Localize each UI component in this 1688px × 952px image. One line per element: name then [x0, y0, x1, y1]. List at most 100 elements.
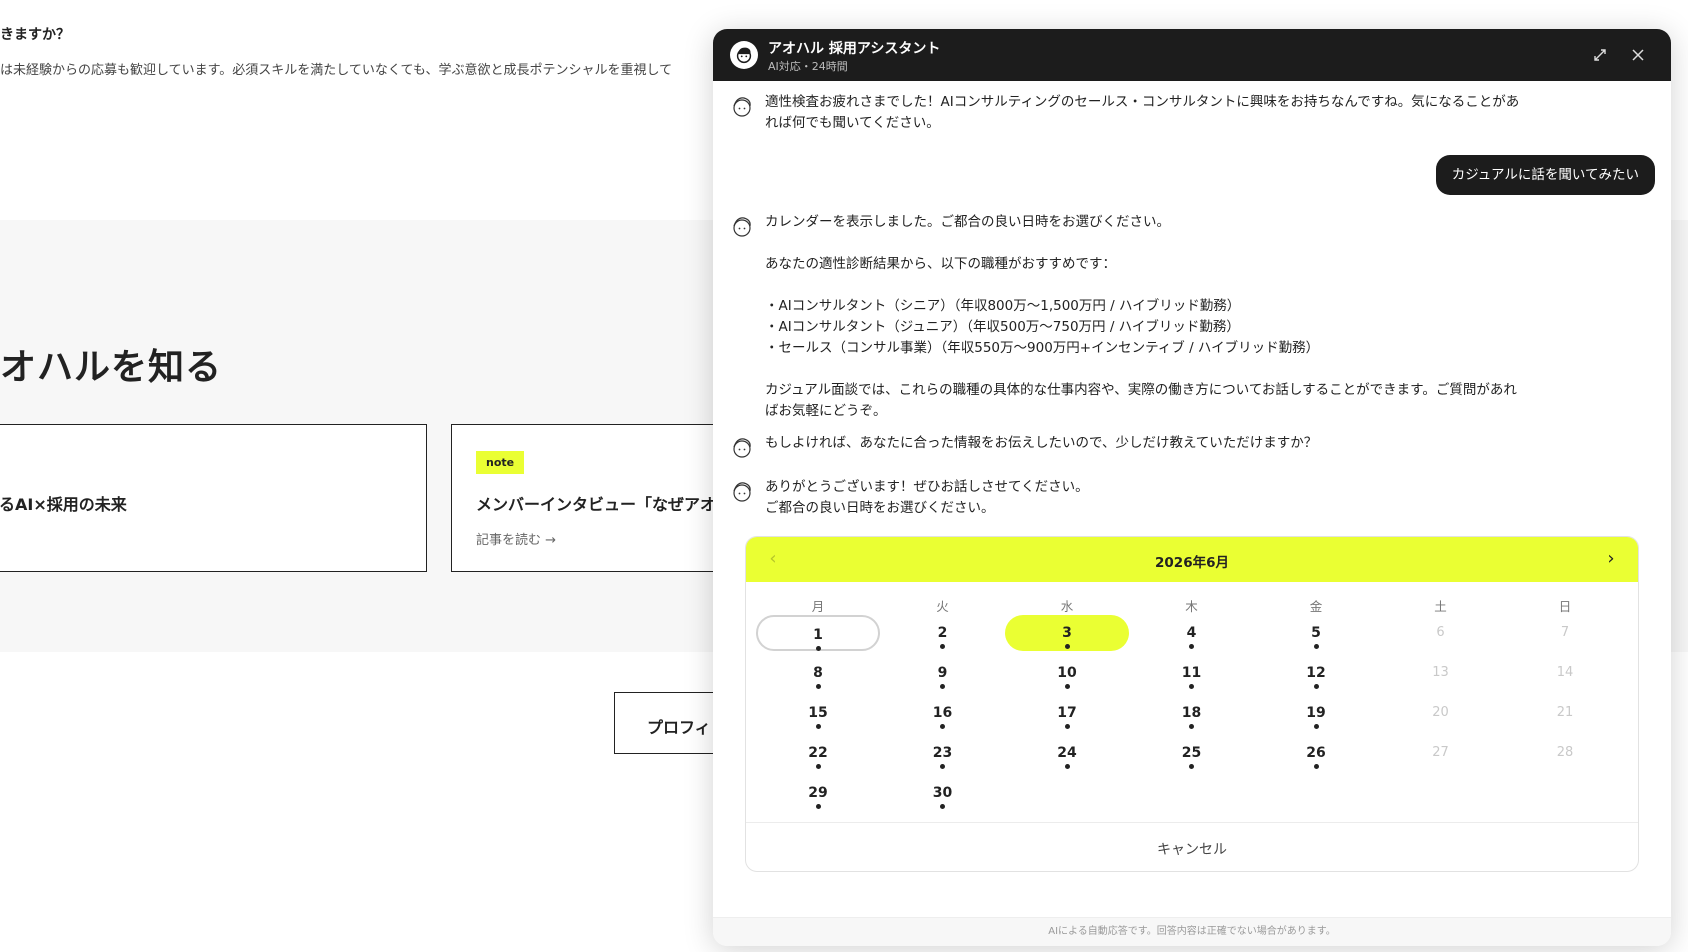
availability-dot	[815, 684, 821, 689]
calendar-day[interactable]: 22	[756, 735, 880, 771]
calendar-day-number: 16	[932, 705, 953, 721]
calendar-day[interactable]: 11	[1130, 655, 1254, 691]
calendar-header: ‹ 2026年6月 ›	[746, 537, 1638, 582]
calendar-day-number: 5	[1311, 625, 1321, 641]
weekday-label: 火	[936, 599, 949, 614]
calendar-day-number: 23	[932, 745, 953, 761]
chat-title: アオハル 採用アシスタント	[768, 41, 941, 57]
availability-dot	[1189, 764, 1194, 769]
availability-dot	[1189, 644, 1194, 649]
calendar-day-number: 18	[1181, 705, 1202, 721]
calendar-day[interactable]: 23	[881, 735, 1005, 771]
calendar-day[interactable]: 5	[1254, 615, 1378, 651]
calendar-day[interactable]: 10	[1005, 655, 1129, 691]
availability-dot	[815, 646, 821, 651]
weekday-label: 水	[1060, 599, 1074, 614]
chevron-right-icon[interactable]: ›	[1600, 548, 1622, 570]
calendar-day-number: 30	[932, 785, 953, 801]
calendar-day: 27	[1379, 735, 1503, 771]
calendar-day[interactable]: 2	[881, 615, 1005, 651]
calendar-day-number: 11	[1181, 665, 1202, 681]
calendar-day-number: 6	[1436, 625, 1445, 640]
weekday-label: 金	[1309, 599, 1323, 614]
faq-question: きますか？	[0, 27, 70, 43]
calendar-day-number: 9	[937, 665, 948, 681]
calendar-day: 7	[1503, 615, 1627, 651]
availability-dot	[1189, 684, 1194, 689]
user-message: カジュアルに話を聞いてみたい	[1435, 155, 1655, 195]
calendar-day-number: 24	[1057, 745, 1077, 761]
calendar-day-number: 2	[937, 625, 948, 641]
availability-dot	[940, 804, 945, 809]
availability-dot	[1313, 764, 1319, 769]
calendar-day-number: 21	[1556, 705, 1574, 720]
expand-icon[interactable]	[1589, 44, 1611, 66]
calendar-day[interactable]: 30	[881, 775, 1005, 811]
calendar-day[interactable]: 18	[1130, 695, 1254, 731]
availability-dot	[1313, 724, 1319, 729]
availability-dot	[1064, 764, 1070, 769]
calendar-day-number: 4	[1186, 625, 1197, 641]
calendar-day[interactable]: 1	[756, 615, 880, 651]
calendar-day[interactable]: 15	[756, 695, 880, 731]
availability-dot	[815, 724, 821, 729]
calendar-day[interactable]: 3	[1005, 615, 1129, 651]
calendar-day[interactable]: 29	[756, 775, 880, 811]
assistant-avatar-icon	[730, 480, 754, 504]
calendar-day: 28	[1503, 735, 1627, 771]
section-heading: オハルを知る	[0, 347, 223, 388]
calendar-day[interactable]: 17	[1005, 695, 1129, 731]
availability-dot	[1313, 644, 1319, 649]
calendar-month-label: 2026年6月	[1155, 555, 1229, 571]
assistant-avatar-icon	[730, 436, 754, 460]
availability-dot	[815, 764, 821, 769]
calendar-day[interactable]: 16	[881, 695, 1005, 731]
article-card[interactable]: るAI×採用の未来	[0, 424, 427, 572]
calendar-day-number: 10	[1057, 665, 1077, 681]
note-tag: note	[476, 451, 525, 474]
calendar-day[interactable]: 8	[756, 655, 880, 691]
availability-dot	[1064, 644, 1070, 649]
calendar-day[interactable]: 12	[1254, 655, 1378, 691]
calendar-day: 14	[1503, 655, 1627, 691]
calendar-day-number: 7	[1560, 625, 1570, 640]
calendar-day[interactable]: 9	[881, 655, 1005, 691]
calendar-day: 20	[1379, 695, 1503, 731]
calendar-day-number: 8	[813, 665, 823, 681]
calendar-day: 21	[1503, 695, 1627, 731]
chat-subtitle: AI対応・24時間	[768, 60, 848, 73]
weekday-label: 木	[1185, 599, 1198, 614]
calendar-day-number: 27	[1432, 745, 1449, 760]
chat-header: アオハル 採用アシスタント AI対応・24時間	[713, 29, 1671, 81]
availability-dot	[815, 804, 821, 809]
calendar-day-number: 3	[1062, 625, 1072, 641]
calendar-day[interactable]: 25	[1130, 735, 1254, 771]
article-card-title: るAI×採用の未来	[0, 495, 127, 514]
calendar-day[interactable]: 26	[1254, 735, 1378, 771]
assistant-avatar-icon	[730, 95, 754, 119]
calendar-day[interactable]: 19	[1254, 695, 1378, 731]
assistant-avatar-icon	[730, 215, 754, 239]
close-icon[interactable]	[1627, 44, 1649, 66]
assistant-message: 適性検査お疲れさまでした！AIコンサルティングのセールス・コンサルタントに興味を…	[765, 94, 1520, 131]
article-card-title: メンバーインタビュー「なぜアオ	[476, 495, 717, 514]
availability-dot	[1313, 684, 1319, 689]
calendar-day-number: 26	[1306, 745, 1326, 761]
calendar-day-number: 28	[1556, 745, 1574, 760]
profile-button-label: プロフィ	[647, 718, 711, 737]
weekday-label: 日	[1558, 599, 1572, 614]
calendar-day-number: 17	[1057, 705, 1077, 721]
read-article-link[interactable]: 記事を読む →	[476, 529, 556, 548]
faq-answer: は未経験からの応募も歓迎しています。必須スキルを満たしていなくても、学ぶ意欲と成…	[0, 63, 673, 78]
calendar-day-number: 25	[1181, 745, 1202, 761]
cancel-button[interactable]: キャンセル	[746, 839, 1638, 859]
calendar-day-number: 13	[1432, 665, 1449, 680]
assistant-message: カレンダーを表示しました。ご都合の良い日時をお選びください。 あなたの適性診断結…	[765, 214, 1517, 419]
calendar-day[interactable]: 24	[1005, 735, 1129, 771]
availability-dot	[1064, 684, 1070, 689]
calendar-day-number: 29	[808, 785, 828, 801]
availability-dot	[1189, 724, 1194, 729]
calendar-day: 13	[1379, 655, 1503, 691]
calendar-day[interactable]: 4	[1130, 615, 1254, 651]
weekday-label: 月	[811, 599, 825, 614]
